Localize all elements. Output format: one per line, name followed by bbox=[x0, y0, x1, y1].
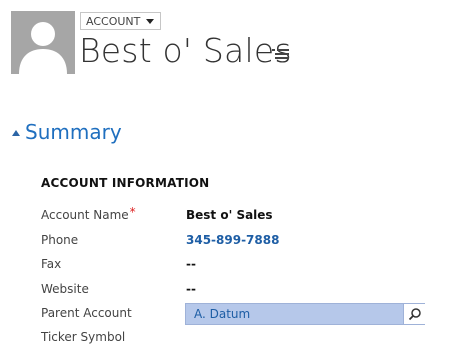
subsection-title: ACCOUNT INFORMATION bbox=[41, 176, 210, 190]
section-title: Summary bbox=[25, 120, 122, 144]
account-name-value[interactable]: Best o' Sales bbox=[186, 208, 273, 222]
field-label: Phone bbox=[41, 233, 79, 247]
field-ticker-symbol-label: Ticker Symbol bbox=[41, 330, 126, 344]
lookup-search-button[interactable] bbox=[403, 303, 425, 325]
field-label: Fax bbox=[41, 257, 62, 271]
chevron-down-icon bbox=[146, 18, 155, 24]
field-account-name: Account Name* Best o' Sales bbox=[41, 205, 461, 226]
field-label: Parent Account bbox=[41, 306, 132, 320]
avatar bbox=[11, 11, 75, 74]
phone-value[interactable]: 345-899-7888 bbox=[186, 233, 279, 247]
required-marker: * bbox=[129, 205, 136, 219]
fax-value[interactable]: -- bbox=[186, 257, 196, 271]
parent-account-value[interactable]: A. Datum bbox=[186, 307, 402, 321]
collapse-triangle-icon bbox=[12, 130, 20, 136]
search-icon bbox=[408, 308, 421, 321]
person-placeholder-icon bbox=[11, 11, 75, 74]
entity-type-label: ACCOUNT bbox=[86, 14, 141, 28]
record-title: Best o' Sales bbox=[79, 31, 292, 70]
field-label: Website bbox=[41, 282, 89, 296]
field-phone: Phone 345-899-7888 bbox=[41, 231, 461, 251]
field-parent-account: Parent Account A. Datum bbox=[41, 303, 461, 325]
field-fax: Fax -- bbox=[41, 255, 461, 275]
field-label: Account Name* bbox=[41, 205, 136, 222]
list-menu-icon[interactable] bbox=[272, 48, 289, 60]
field-label-text: Account Name bbox=[41, 208, 129, 222]
section-summary-header[interactable]: Summary bbox=[12, 120, 122, 144]
website-value[interactable]: -- bbox=[186, 282, 196, 296]
parent-account-lookup[interactable]: A. Datum bbox=[185, 303, 425, 325]
field-website: Website -- bbox=[41, 280, 461, 300]
entity-type-selector[interactable]: ACCOUNT bbox=[80, 12, 162, 30]
